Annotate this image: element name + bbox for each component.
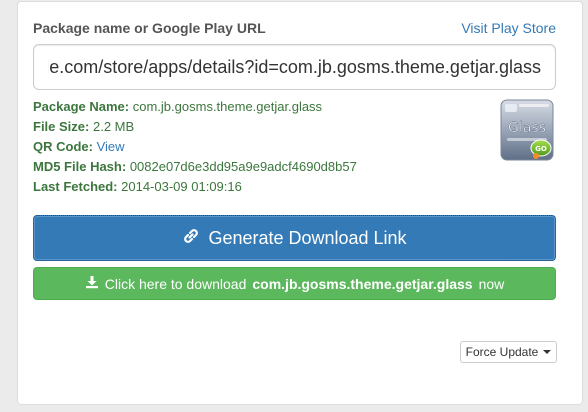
force-update-label: Force Update (465, 345, 539, 359)
caret-down-icon (543, 350, 552, 354)
file-size-label: File Size: (33, 119, 90, 134)
visit-play-store-link[interactable]: Visit Play Store (461, 20, 556, 36)
download-panel: Package name or Google Play URL Visit Pl… (17, 1, 583, 405)
download-icon (85, 275, 99, 292)
md5-row: MD5 File Hash: 0082e07d6e3dd95a9e9adcf46… (33, 157, 357, 177)
package-info: Package Name: com.jb.gosms.theme.getjar.… (33, 97, 357, 197)
download-label-prefix: Click here to download (104, 275, 247, 292)
last-fetched-label: Last Fetched: (33, 179, 118, 194)
last-fetched-value: 2014-03-09 01:09:16 (121, 179, 242, 194)
download-label-suffix: now (478, 275, 505, 292)
qr-code-row: QR Code: View (33, 137, 357, 157)
qr-code-label: QR Code: (33, 139, 93, 154)
generate-download-link-button[interactable]: Generate Download Link (33, 215, 556, 261)
file-size-row: File Size: 2.2 MB (33, 117, 357, 137)
download-apk-button[interactable]: Click here to download com.jb.gosms.them… (33, 267, 556, 300)
md5-label: MD5 File Hash: (33, 159, 127, 174)
svg-text:Glass: Glass (508, 120, 546, 136)
svg-text:GO: GO (535, 145, 547, 153)
app-icon: Glass GO (499, 98, 555, 162)
file-size-value: 2.2 MB (92, 119, 135, 134)
download-package-name: com.jb.gosms.theme.getjar.glass (252, 275, 473, 292)
url-field-label: Package name or Google Play URL (33, 20, 266, 36)
package-url-input[interactable] (33, 44, 556, 90)
package-name-row: Package Name: com.jb.gosms.theme.getjar.… (33, 97, 357, 117)
package-name-label: Package Name: (33, 99, 130, 114)
md5-value: 0082e07d6e3dd95a9e9adcf4690d8b57 (129, 159, 357, 174)
generate-button-label: Generate Download Link (208, 227, 407, 248)
link-icon (182, 227, 200, 250)
qr-code-view-link[interactable]: View (97, 139, 125, 154)
last-fetched-row: Last Fetched: 2014-03-09 01:09:16 (33, 177, 357, 197)
package-name-value: com.jb.gosms.theme.getjar.glass (132, 99, 323, 114)
force-update-dropdown-button[interactable]: Force Update (460, 341, 557, 363)
